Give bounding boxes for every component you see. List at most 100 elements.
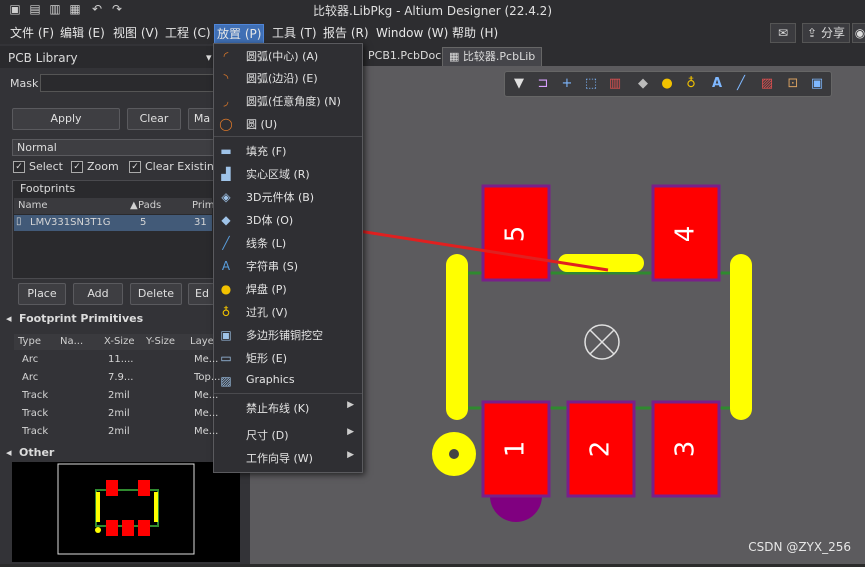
menu-tools[interactable]: 工具 (T) (270, 24, 319, 42)
col-y-size[interactable]: Y-Size (146, 334, 175, 350)
menu-item[interactable]: ▬ 填充 (F) (214, 140, 362, 162)
solid-region-icon: ▟ (221, 167, 231, 181)
add-button[interactable]: Add (73, 283, 123, 305)
menu-item-label: 圆弧(任意角度) (N) (246, 95, 341, 108)
mode-select[interactable]: Normal (12, 139, 214, 156)
preview-pad-4 (138, 480, 150, 496)
table-row[interactable]: ▯ LMV331SN3T1G 5 31 (14, 215, 212, 231)
other-collapse-icon[interactable]: ◂ (6, 446, 12, 459)
pad-icon: ● (220, 282, 232, 296)
3d-body-icon: ◆ (221, 213, 231, 227)
select-area-icon[interactable]: ⬚ (583, 76, 599, 92)
menu-item[interactable]: ● 焊盘 (P) (214, 278, 362, 300)
menu-item-label: 实心区域 (R) (246, 168, 310, 181)
text-icon[interactable]: A (709, 76, 725, 92)
arc-any-icon: ◞ (223, 94, 229, 108)
menu-item[interactable]: ▭ 矩形 (E) (214, 347, 362, 369)
table-row[interactable]: Track 2mil Me... (14, 406, 218, 422)
mask-label: Mask (10, 77, 39, 90)
footprint-preview (12, 462, 240, 562)
preview-pad-2 (122, 520, 134, 536)
submenu-arrow-icon: ▶ (347, 450, 354, 460)
menu-item-label: 工作向导 (W) (246, 452, 313, 465)
menu-item[interactable]: ◈ 3D元件体 (B) (214, 186, 362, 208)
dimension-icon[interactable]: ⊡ (785, 76, 801, 92)
route-icon[interactable]: ⊐ (535, 76, 551, 92)
menu-item[interactable]: ◞ 圆弧(任意角度) (N) (214, 90, 362, 112)
col-x-size[interactable]: X-Size (104, 334, 135, 350)
via-icon[interactable]: ♁ (683, 76, 699, 92)
mask-input[interactable] (40, 74, 214, 92)
3d-body-icon[interactable]: ◆ (635, 76, 651, 92)
table-row[interactable]: Track 2mil Me... (14, 388, 218, 404)
menu-help[interactable]: 帮助 (H) (450, 24, 500, 42)
apply-button[interactable]: Apply (12, 108, 120, 130)
footprints-label: Footprints (20, 182, 76, 195)
menu-item-label: 禁止布线 (K) (246, 402, 310, 415)
chart-icon[interactable]: ▥ (607, 76, 623, 92)
polygon-cutout-icon: ▣ (220, 328, 232, 342)
zoom-checkbox[interactable]: ✓ (71, 161, 83, 173)
share-button[interactable]: ⇪ 分享 (802, 23, 850, 43)
account-icon[interactable]: ◉ (852, 23, 865, 43)
menu-item[interactable]: ▣ 多边形铺铜挖空 (214, 324, 362, 346)
menu-item[interactable]: 禁止布线 (K) ▶ (214, 397, 362, 419)
circle-icon: ◯ (219, 117, 233, 131)
menu-item[interactable]: ◝ 圆弧(边沿) (E) (214, 67, 362, 89)
sort-icon: ▲ (130, 200, 138, 211)
menu-reports[interactable]: 报告 (R) (321, 24, 371, 42)
menu-place[interactable]: 放置 (P) (214, 24, 265, 44)
col-name[interactable]: Name (18, 198, 48, 214)
filter-icon[interactable]: ▼ (511, 76, 527, 92)
notification-icon[interactable]: ✉ (770, 23, 796, 43)
edit-button[interactable]: Ed (188, 283, 216, 305)
keepout-icon[interactable]: ▨ (759, 76, 775, 92)
primitive-x: 2mil (108, 390, 130, 401)
menu-file[interactable]: 文件 (F) (8, 24, 56, 42)
panel-menu-icon[interactable]: ▾ (206, 51, 212, 64)
table-row[interactable]: Arc 11.... Me... (14, 352, 218, 368)
menu-item[interactable]: ▟ 实心区域 (R) (214, 163, 362, 185)
magnify-button[interactable]: Ma (188, 108, 216, 130)
menu-item[interactable]: ◜ 圆弧(中心) (A) (214, 45, 362, 67)
col-type[interactable]: Type (18, 334, 41, 350)
table-row[interactable]: Track 2mil Me... (14, 424, 218, 440)
menu-item[interactable]: 尺寸 (D) ▶ (214, 424, 362, 446)
menu-item[interactable]: ╱ 线条 (L) (214, 232, 362, 254)
footprint-pads: 5 (140, 217, 147, 228)
line-icon[interactable]: ╱ (733, 76, 749, 92)
menu-item[interactable]: ▨ Graphics (214, 370, 362, 392)
menu-project[interactable]: 工程 (C) (163, 24, 213, 42)
primitive-type: Arc (22, 354, 39, 365)
menu-item[interactable]: ♁ 过孔 (V) (214, 301, 362, 323)
menu-item-label: 多边形铺铜挖空 (246, 329, 323, 342)
silk-right (730, 254, 752, 420)
menu-view[interactable]: 视图 (V) (111, 24, 160, 42)
primitive-layer: Me... (194, 390, 219, 401)
menu-item[interactable]: 工作向导 (W) ▶ (214, 447, 362, 469)
menu-item[interactable]: ◯ 圆 (U) (214, 113, 362, 135)
col-net[interactable]: Na... (60, 334, 83, 350)
menu-window[interactable]: Window (W) (374, 24, 450, 42)
graphics-icon: ▨ (220, 374, 232, 388)
tab-pcb1[interactable]: PCB1.PcbDoc (362, 47, 447, 65)
menu-item[interactable]: ◆ 3D体 (O) (214, 209, 362, 231)
table-row[interactable]: Arc 7.9... Top... (14, 370, 220, 386)
select-checkbox[interactable]: ✓ (13, 161, 25, 173)
crosshair-icon[interactable]: + (559, 76, 575, 92)
delete-button[interactable]: Delete (130, 283, 182, 305)
clear-existing-checkbox[interactable]: ✓ (129, 161, 141, 173)
mode-value: Normal (17, 141, 57, 154)
clear-button[interactable]: Clear (127, 108, 181, 130)
col-pads[interactable]: Pads (138, 198, 161, 214)
menu-item[interactable]: A 字符串 (S) (214, 255, 362, 277)
menu-edit[interactable]: 编辑 (E) (58, 24, 107, 42)
rectangle-icon[interactable]: ▣ (809, 76, 825, 92)
place-button[interactable]: Place (18, 283, 66, 305)
pcblib-icon: ▦ (449, 50, 460, 63)
line-icon: ╱ (222, 236, 230, 250)
pad-icon[interactable]: ● (659, 76, 675, 92)
primitives-collapse-icon[interactable]: ◂ (6, 312, 12, 325)
tab-pcblib[interactable]: ▦ 比较器.PcbLib (442, 47, 543, 67)
place-menu: ◜ 圆弧(中心) (A) ◝ 圆弧(边沿) (E) ◞ 圆弧(任意角度) (N) ◯ 圆 (U… (213, 43, 363, 473)
